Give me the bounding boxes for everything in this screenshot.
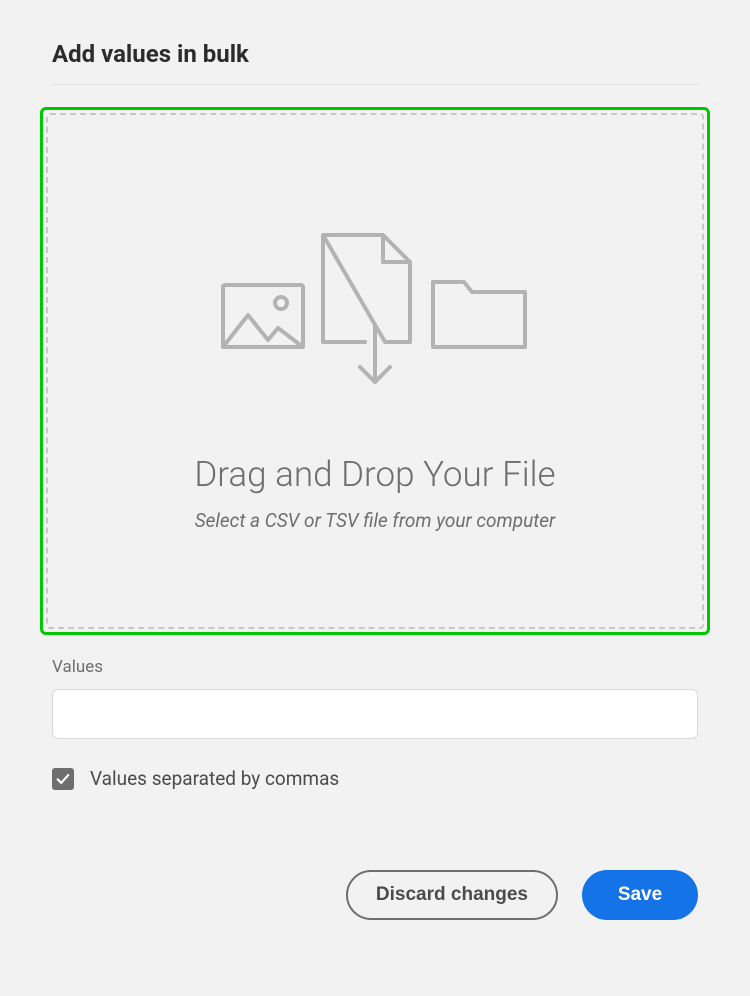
- dropzone-headline: Drag and Drop Your File: [194, 454, 555, 495]
- check-icon: [56, 772, 70, 786]
- checkbox-label: Values separated by commas: [90, 767, 339, 790]
- values-label: Values: [52, 657, 698, 677]
- divider: [52, 84, 698, 85]
- values-input[interactable]: [52, 689, 698, 739]
- image-icon: [223, 285, 303, 347]
- button-row: Discard changes Save: [52, 870, 698, 920]
- checkbox-row: Values separated by commas: [52, 767, 698, 790]
- discard-button[interactable]: Discard changes: [346, 870, 558, 920]
- dropzone-highlight: Drag and Drop Your File Select a CSV or …: [40, 107, 710, 635]
- save-button[interactable]: Save: [582, 870, 698, 920]
- page-title: Add values in bulk: [52, 40, 698, 68]
- dropzone-icons: [220, 230, 530, 394]
- comma-separated-checkbox[interactable]: [52, 768, 74, 790]
- dropzone-subtext: Select a CSV or TSV file from your compu…: [195, 509, 556, 532]
- folder-icon: [433, 282, 525, 347]
- file-download-icon: [323, 235, 410, 382]
- file-dropzone[interactable]: Drag and Drop Your File Select a CSV or …: [46, 113, 704, 629]
